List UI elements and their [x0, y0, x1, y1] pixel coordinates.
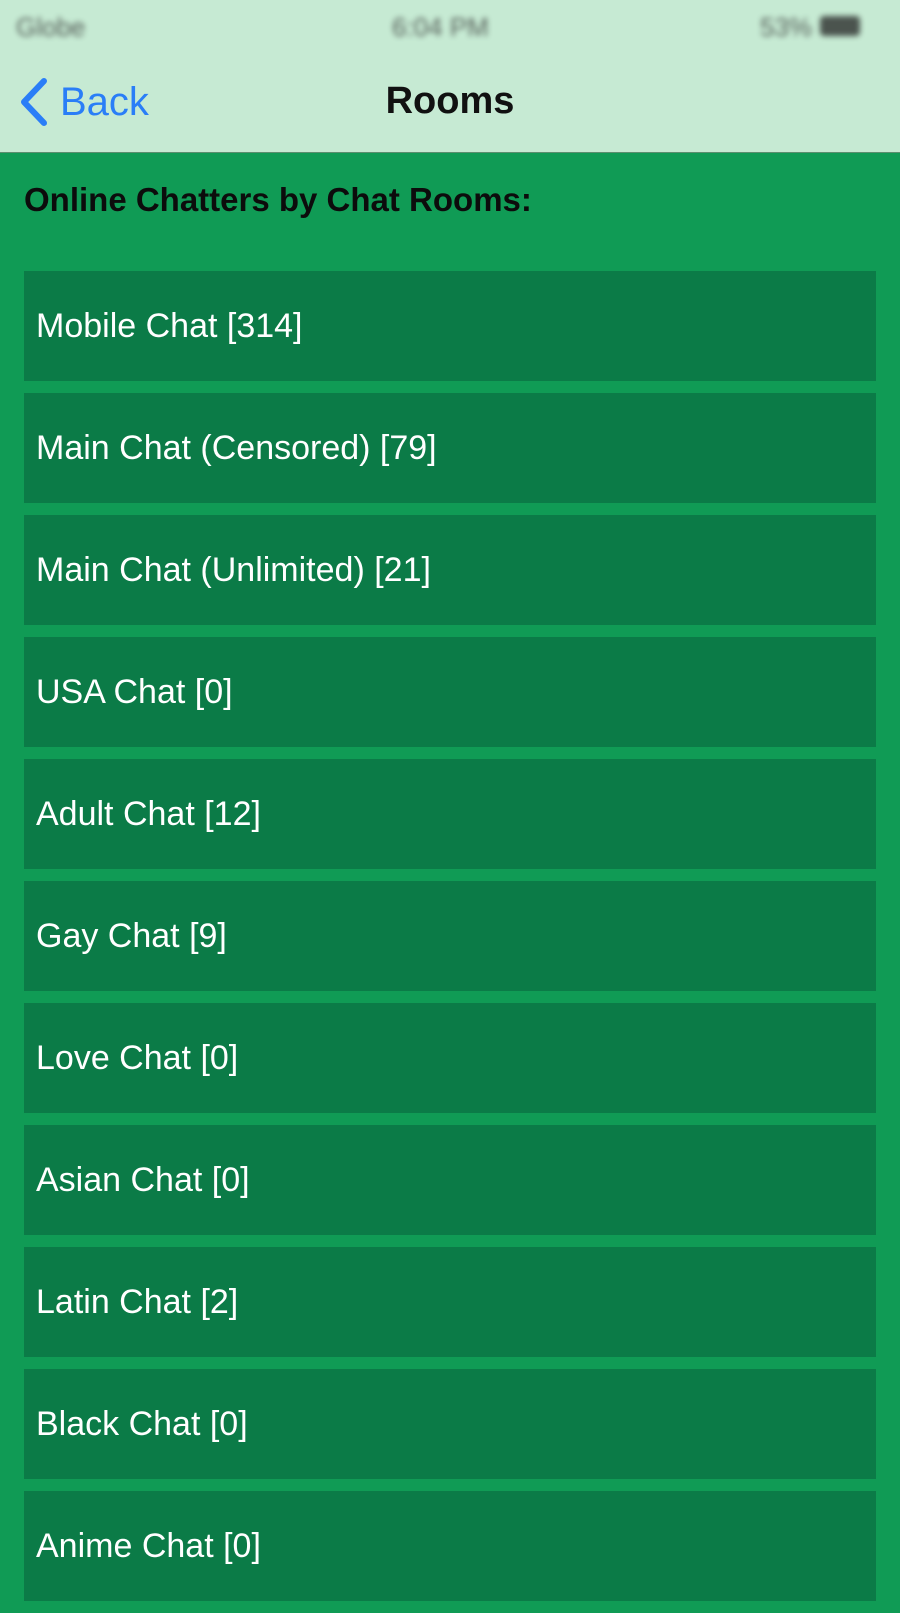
- room-item-label: Main Chat (Unlimited) [21]: [36, 550, 431, 589]
- room-item-gay-chat[interactable]: Gay Chat [9]: [24, 881, 876, 991]
- room-item-main-chat-unlimited[interactable]: Main Chat (Unlimited) [21]: [24, 515, 876, 625]
- room-item-label: USA Chat [0]: [36, 672, 233, 711]
- room-item-label: Black Chat [0]: [36, 1404, 248, 1443]
- room-item-anime-chat[interactable]: Anime Chat [0]: [24, 1491, 876, 1601]
- room-item-label: Asian Chat [0]: [36, 1160, 250, 1199]
- room-item-usa-chat[interactable]: USA Chat [0]: [24, 637, 876, 747]
- room-item-main-chat-censored[interactable]: Main Chat (Censored) [79]: [24, 393, 876, 503]
- room-item-love-chat[interactable]: Love Chat [0]: [24, 1003, 876, 1113]
- room-item-label: Latin Chat [2]: [36, 1282, 239, 1321]
- room-item-black-chat[interactable]: Black Chat [0]: [24, 1369, 876, 1479]
- navigation-header: Globe 6:04 PM 53% Back Rooms: [0, 0, 900, 153]
- room-item-label: Love Chat [0]: [36, 1038, 239, 1077]
- room-item-label: Mobile Chat [314]: [36, 306, 303, 345]
- room-list: Mobile Chat [314] Main Chat (Censored) […: [24, 271, 876, 1613]
- room-item-latin-chat[interactable]: Latin Chat [2]: [24, 1247, 876, 1357]
- room-item-label: Gay Chat [9]: [36, 916, 227, 955]
- battery-icon: [820, 16, 860, 36]
- status-bar: Globe 6:04 PM 53%: [0, 0, 900, 48]
- room-item-mobile-chat[interactable]: Mobile Chat [314]: [24, 271, 876, 381]
- room-item-label: Anime Chat [0]: [36, 1526, 261, 1565]
- room-item-label: Adult Chat [12]: [36, 794, 261, 833]
- section-heading: Online Chatters by Chat Rooms:: [24, 181, 532, 218]
- room-item-label: Main Chat (Censored) [79]: [36, 428, 437, 467]
- page-title: Rooms: [385, 80, 515, 122]
- status-battery: 53%: [760, 12, 813, 42]
- room-item-asian-chat[interactable]: Asian Chat [0]: [24, 1125, 876, 1235]
- status-time: 6:04 PM: [392, 12, 489, 42]
- status-carrier: Globe: [16, 12, 86, 42]
- room-item-adult-chat[interactable]: Adult Chat [12]: [24, 759, 876, 869]
